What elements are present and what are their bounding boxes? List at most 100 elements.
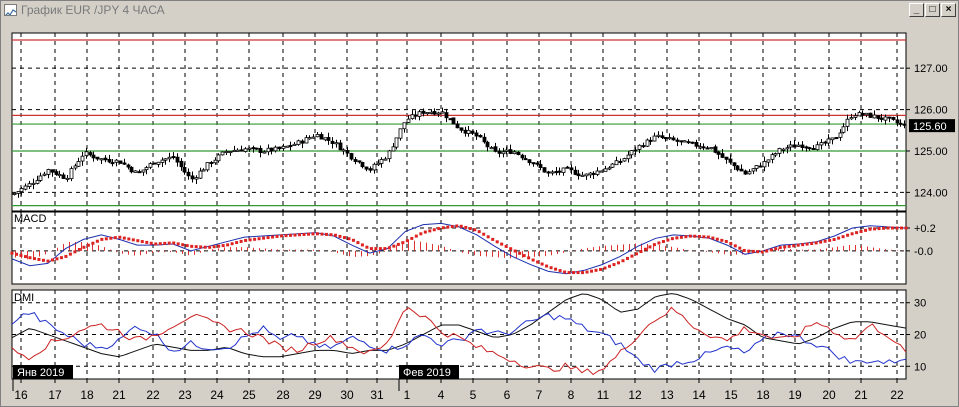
signal-dot — [738, 246, 742, 250]
candle-body — [387, 150, 392, 160]
signal-dot — [64, 254, 68, 258]
candle-body — [330, 140, 335, 144]
signal-dot — [86, 243, 90, 247]
candle-body — [857, 112, 862, 117]
signal-dot — [401, 241, 405, 245]
candle-body — [603, 168, 608, 172]
candle-body — [493, 146, 498, 152]
candle-body — [565, 166, 570, 169]
signal-dot — [396, 242, 400, 246]
candle-body — [538, 164, 543, 168]
signal-dot — [293, 233, 297, 237]
signal-dot — [477, 230, 481, 234]
candle-body — [160, 159, 165, 163]
candle-body — [626, 154, 631, 160]
candle-body — [478, 135, 483, 138]
signal-dot — [585, 270, 589, 274]
candle-body — [73, 165, 78, 169]
candle-body — [902, 123, 907, 126]
candle-body — [679, 140, 684, 143]
title-bar[interactable]: График EUR /JPY 4 ЧАСА _ □ × — [1, 1, 958, 20]
maximize-button[interactable]: □ — [925, 3, 940, 17]
last-price-label: 125.60 — [913, 121, 947, 133]
signal-dot — [333, 233, 337, 237]
candle-body — [826, 138, 831, 144]
signal-dot — [747, 249, 751, 253]
signal-dot — [607, 264, 611, 268]
candle-body — [819, 142, 824, 146]
signal-dot — [10, 251, 14, 255]
signal-dot — [432, 228, 436, 232]
x-tick-label: 19 — [788, 388, 802, 402]
candle-body — [811, 147, 816, 150]
candle-body — [739, 168, 744, 172]
signal-dot — [504, 244, 508, 248]
minimize-button[interactable]: _ — [909, 3, 924, 17]
signal-dot — [410, 236, 414, 240]
signal-dot — [356, 241, 360, 245]
candle-body — [531, 162, 536, 165]
close-button[interactable]: × — [941, 3, 956, 17]
candle-body — [213, 159, 218, 164]
candle-body — [304, 137, 309, 144]
signal-dot — [805, 242, 809, 246]
price-y-label: 127.00 — [914, 63, 948, 75]
signal-dot — [765, 249, 769, 253]
panel-price — [11, 32, 907, 212]
signal-dot — [724, 239, 728, 243]
chart-window: График EUR /JPY 4 ЧАСА _ □ × 124.00 125.0… — [0, 0, 959, 407]
signal-dot — [163, 241, 167, 245]
signal-dot — [199, 245, 203, 249]
x-tick-label: 22 — [890, 388, 904, 402]
candle-body — [239, 149, 244, 152]
signal-dot — [616, 261, 620, 265]
signal-dot — [100, 237, 104, 241]
x-tick-label: 29 — [308, 388, 322, 402]
candle-body — [667, 137, 672, 140]
candle-body — [508, 149, 513, 154]
candle-body — [440, 111, 445, 114]
candle-body — [91, 154, 96, 159]
x-tick-label: 5 — [470, 388, 477, 402]
candle-body — [895, 119, 900, 124]
candle-body — [179, 160, 184, 168]
candle-body — [610, 163, 615, 168]
candle-body — [152, 162, 157, 165]
candle-body — [171, 156, 176, 159]
candle-body — [641, 145, 646, 148]
candle-body — [429, 111, 434, 114]
candle-body — [247, 147, 252, 150]
dmi-y-label: 10 — [914, 361, 926, 373]
candle-body — [80, 155, 85, 162]
signal-dot — [904, 226, 908, 230]
chart-canvas[interactable]: 124.00125.00126.00127.00+0.2-0.030201012… — [3, 22, 956, 406]
candle-body — [296, 140, 301, 145]
x-tick-label: 11 — [597, 388, 610, 402]
candle-body — [277, 146, 282, 150]
candle-body — [432, 111, 437, 115]
signal-dot — [670, 237, 674, 241]
candle-body — [853, 115, 858, 118]
candle-body — [501, 151, 506, 155]
signal-dot — [603, 266, 607, 270]
signal-dot — [73, 250, 77, 254]
candle-body — [84, 151, 89, 156]
candle-body — [849, 117, 854, 120]
x-tick-label: 22 — [146, 388, 160, 402]
dmi-y-label: 30 — [914, 298, 926, 310]
candle-body — [345, 150, 350, 154]
candle-body — [326, 137, 331, 141]
signal-dot — [68, 252, 72, 256]
signal-dot — [262, 236, 266, 240]
signal-dot — [518, 251, 522, 255]
signal-dot — [787, 244, 791, 248]
candle-body — [527, 159, 532, 164]
signal-dot — [423, 230, 427, 234]
candle-body — [376, 162, 381, 166]
candle-body — [114, 159, 119, 163]
dmi-y-label: 20 — [914, 330, 926, 342]
candle-body — [459, 127, 464, 131]
macd-title: MACD — [14, 213, 46, 225]
candle-body — [103, 157, 108, 161]
month-label: Фев 2019 — [403, 367, 451, 379]
